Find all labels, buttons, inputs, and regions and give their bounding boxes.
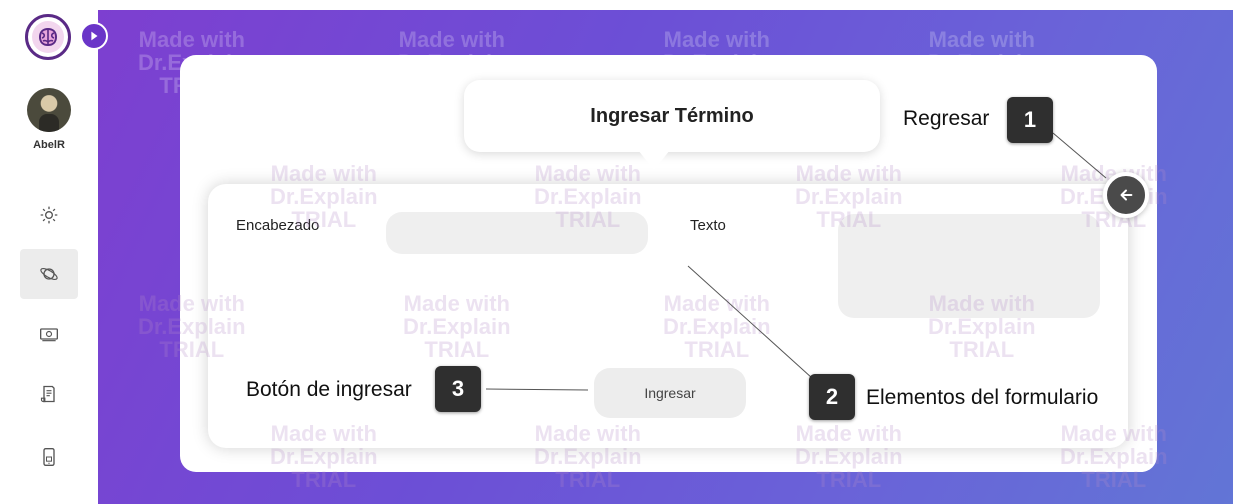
- submit-button[interactable]: Ingresar: [594, 368, 746, 418]
- main-content: Ingresar Término Encabezado Texto Ingres…: [98, 10, 1233, 504]
- term-form: Encabezado Texto Ingresar: [208, 184, 1128, 448]
- text-label: Texto: [690, 217, 726, 234]
- sidebar: AbelR: [0, 0, 108, 504]
- heading-input[interactable]: [386, 212, 648, 254]
- sidebar-item-mobile[interactable]: [20, 432, 78, 482]
- text-textarea[interactable]: [838, 214, 1100, 318]
- app-window: AbelR Ingresar Término Encabezado Texto …: [0, 0, 1233, 504]
- user-name: AbelR: [33, 139, 65, 151]
- heading-label: Encabezado: [236, 217, 320, 234]
- avatar[interactable]: [27, 88, 71, 132]
- sidebar-item-settings[interactable]: [20, 190, 78, 240]
- planet-icon: [40, 268, 58, 280]
- arrow-left-icon: [1120, 189, 1133, 201]
- title-bubble-tail: [638, 150, 670, 170]
- back-button[interactable]: [1103, 172, 1149, 218]
- money-icon: [40, 328, 58, 342]
- sidebar-item-terms[interactable]: [20, 249, 78, 299]
- document-icon: [40, 385, 55, 403]
- gear-icon: [40, 206, 58, 224]
- sidebar-item-money[interactable]: [20, 309, 78, 359]
- sidebar-item-documents[interactable]: [20, 369, 78, 419]
- phone-icon: [43, 448, 55, 466]
- page-title: Ingresar Término: [464, 80, 880, 152]
- collapse-sidebar-button[interactable]: [80, 22, 108, 50]
- brain-logo-icon[interactable]: [25, 14, 71, 60]
